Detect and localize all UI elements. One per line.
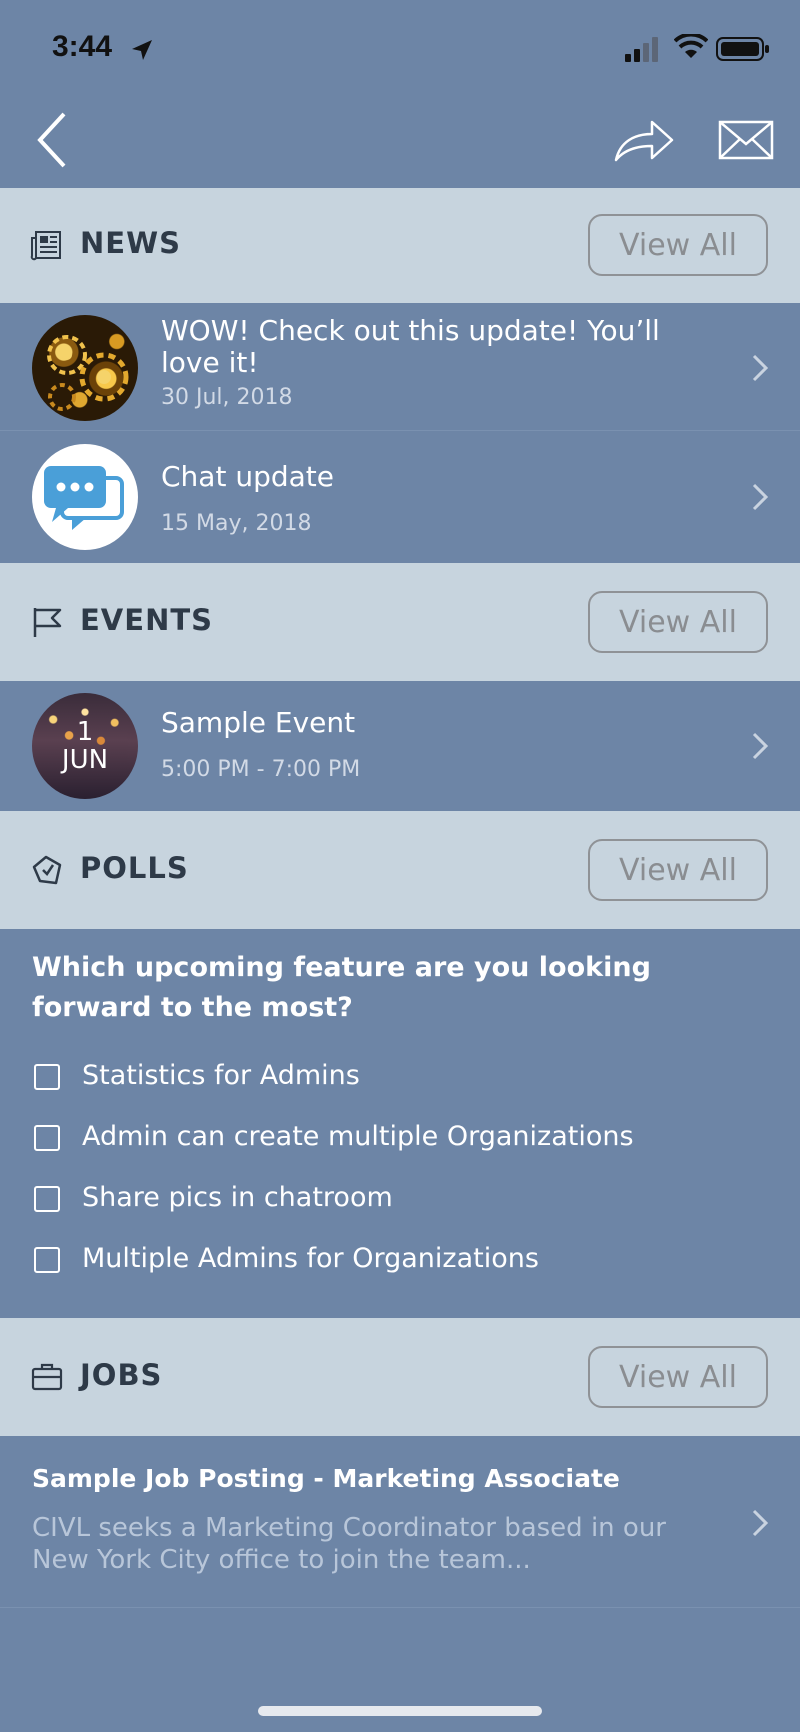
news-item-date: 15 May, 2018: [161, 511, 312, 536]
job-description: CIVL seeks a Marketing Coordinator based…: [32, 1513, 666, 1575]
news-item-title: WOW! Check out this update! You’ll love …: [161, 314, 660, 379]
flag-icon: [33, 608, 62, 637]
newspaper-icon: [30, 231, 61, 261]
news-item[interactable]: WOW! Check out this update! You’ll love …: [0, 303, 800, 431]
poll-option-label: Multiple Admins for Organizations: [82, 1243, 539, 1274]
chevron-right-icon: [752, 483, 769, 511]
jobs-section-header: JOBS View All: [0, 1318, 800, 1436]
chat-bubbles-icon: [44, 466, 124, 530]
news-item[interactable]: Chat update 15 May, 2018: [0, 431, 800, 563]
poll-checkbox[interactable]: [34, 1064, 60, 1090]
news-item-title: Chat update: [161, 460, 334, 493]
news-section-header: NEWS View All: [0, 188, 800, 303]
briefcase-icon: [31, 1363, 63, 1391]
battery-icon: [716, 37, 769, 61]
news-title: NEWS: [80, 226, 181, 260]
event-time: 5:00 PM - 7:00 PM: [161, 757, 361, 782]
poll-checkbox[interactable]: [34, 1186, 60, 1212]
poll-option[interactable]: Multiple Admins for Organizations: [34, 1243, 754, 1283]
poll-option[interactable]: Statistics for Admins: [34, 1060, 754, 1100]
news-thumbnail-chat: [32, 444, 138, 550]
poll-checkbox[interactable]: [34, 1125, 60, 1151]
home-indicator[interactable]: [258, 1706, 542, 1716]
event-day: 1: [76, 717, 94, 747]
job-title: Sample Job Posting - Marketing Associate: [32, 1464, 620, 1493]
status-bar: 3:44: [0, 0, 800, 100]
chevron-right-icon: [752, 1509, 769, 1537]
back-icon[interactable]: [34, 110, 74, 170]
chevron-right-icon: [752, 354, 769, 382]
event-item[interactable]: 1 JUN Sample Event 5:00 PM - 7:00 PM: [0, 681, 800, 811]
poll-option-label: Statistics for Admins: [82, 1060, 360, 1091]
events-section-header: EVENTS View All: [0, 563, 800, 681]
poll-checkbox[interactable]: [34, 1247, 60, 1273]
poll-option-label: Admin can create multiple Organizations: [82, 1121, 634, 1152]
jobs-view-all-button[interactable]: View All: [588, 1346, 768, 1408]
news-view-all-button[interactable]: View All: [588, 214, 768, 276]
jobs-title: JOBS: [80, 1358, 163, 1392]
wifi-icon: [674, 34, 708, 58]
poll-question: Which upcoming feature are you looking f…: [32, 952, 651, 1023]
poll-option-label: Share pics in chatroom: [82, 1182, 393, 1213]
chevron-right-icon: [752, 732, 769, 760]
news-item-date: 30 Jul, 2018: [161, 385, 293, 410]
job-item[interactable]: Sample Job Posting - Marketing Associate…: [0, 1436, 800, 1608]
polls-section-header: POLLS View All: [0, 811, 800, 929]
event-title: Sample Event: [161, 706, 356, 739]
polls-view-all-button[interactable]: View All: [588, 839, 768, 901]
events-view-all-button[interactable]: View All: [588, 591, 768, 653]
signal-icon: [625, 37, 658, 62]
nav-bar: [0, 100, 800, 188]
gears-icon: [47, 335, 129, 411]
status-time: 3:44: [52, 30, 113, 63]
events-title: EVENTS: [80, 603, 214, 637]
event-month: JUN: [61, 745, 109, 775]
polls-title: POLLS: [80, 851, 189, 885]
mail-icon[interactable]: [718, 118, 774, 162]
poll-tag-icon: [32, 855, 62, 885]
poll-option[interactable]: Share pics in chatroom: [34, 1182, 754, 1222]
poll-option[interactable]: Admin can create multiple Organizations: [34, 1121, 754, 1161]
share-icon[interactable]: [612, 116, 676, 166]
location-arrow-icon: [132, 40, 152, 60]
news-thumbnail-gears: [32, 315, 138, 421]
event-date-badge: 1 JUN: [32, 693, 138, 799]
event-thumbnail: 1 JUN: [32, 693, 138, 799]
divider: [0, 1607, 800, 1608]
